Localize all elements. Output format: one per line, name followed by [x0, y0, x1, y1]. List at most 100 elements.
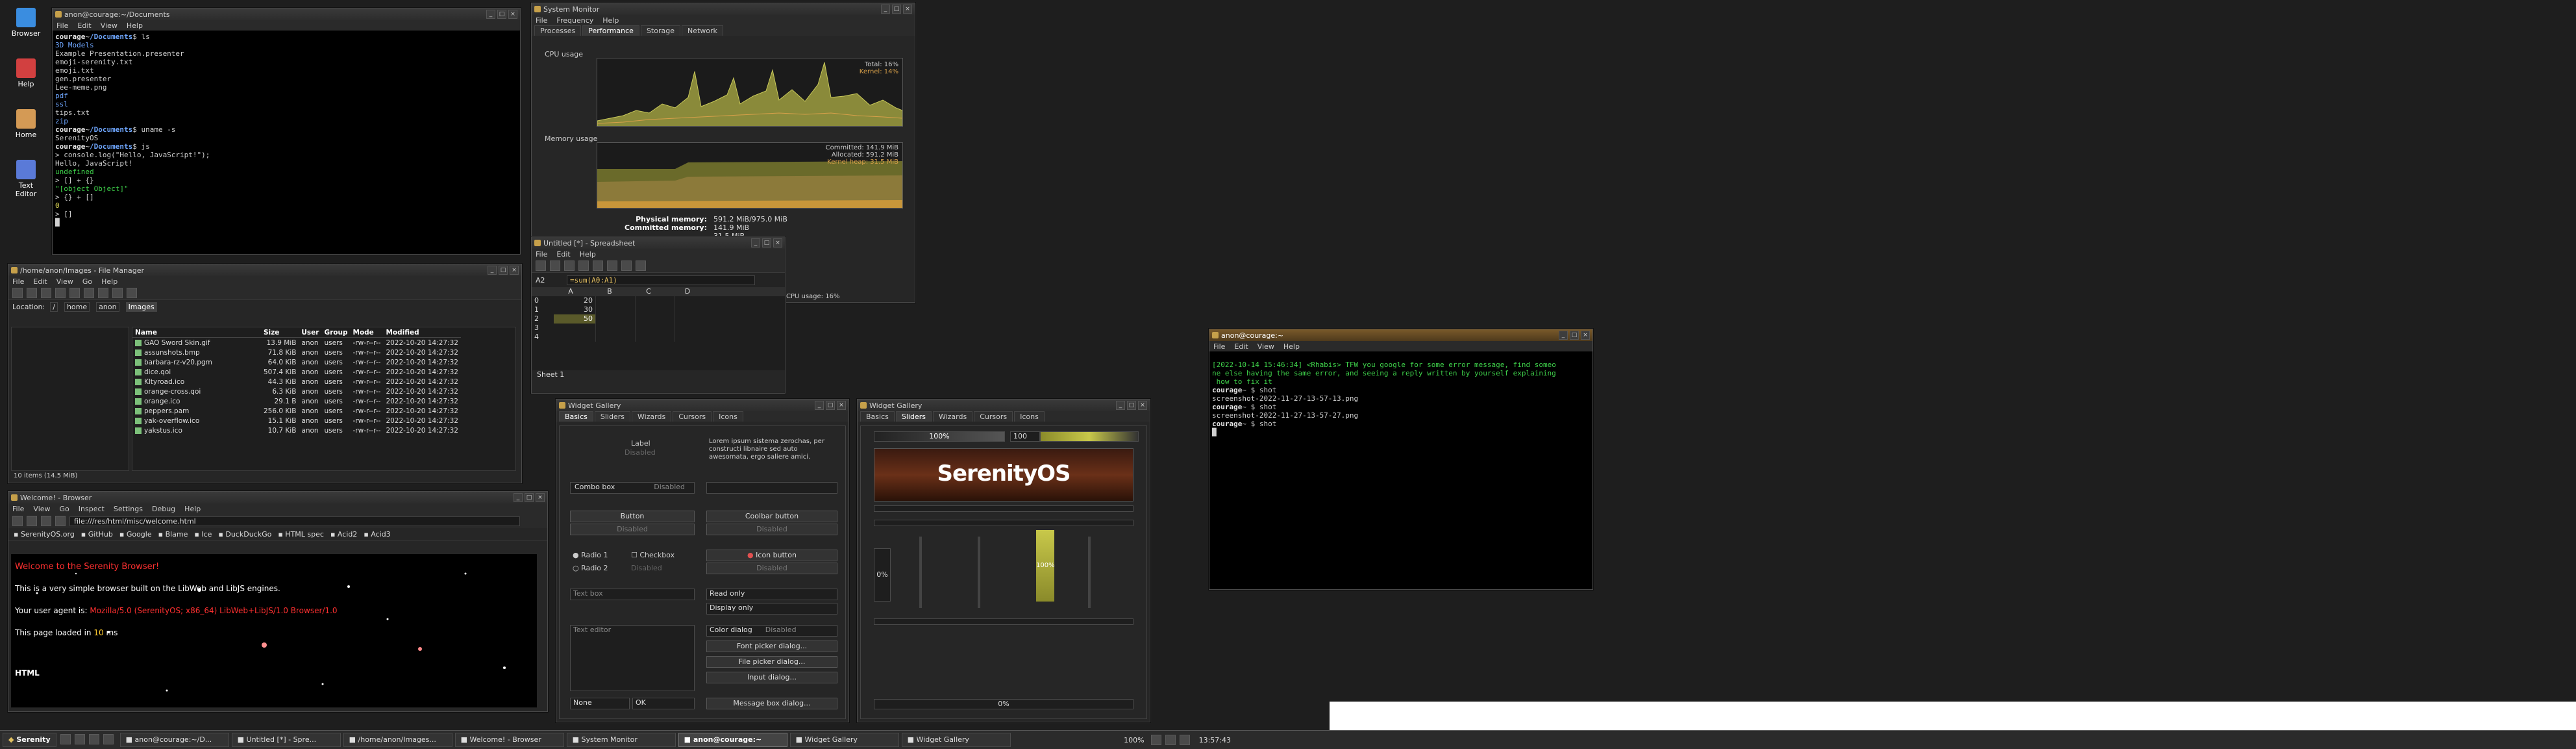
- breadcrumb-segment[interactable]: Images: [125, 301, 157, 312]
- table-row[interactable]: dice.qoi 507.4 KiB anon users -rw-r--r-- 2022…: [132, 367, 461, 377]
- tab-basics[interactable]: Basics: [559, 411, 593, 422]
- files-launch-icon[interactable]: [74, 733, 85, 744]
- paste-icon[interactable]: [98, 288, 108, 298]
- vertical-slider-1[interactable]: [919, 537, 922, 608]
- bookmark[interactable]: ▪ Ice: [194, 530, 212, 539]
- menu-file[interactable]: File: [12, 277, 24, 286]
- taskbar-button[interactable]: ■ System Monitor: [566, 733, 676, 747]
- menu-file[interactable]: File: [56, 21, 68, 30]
- menu-view[interactable]: View: [33, 505, 50, 513]
- close-button[interactable]: ×: [536, 493, 545, 502]
- tab-wizards[interactable]: Wizards: [631, 411, 672, 422]
- menu-frequency[interactable]: Frequency: [556, 16, 593, 25]
- maximize-button[interactable]: □: [826, 401, 835, 410]
- maximize-button[interactable]: □: [525, 493, 534, 502]
- maximize-button[interactable]: □: [1127, 401, 1136, 410]
- font-picker-button[interactable]: Font picker dialog...: [706, 641, 837, 652]
- audio-icon[interactable]: [1165, 735, 1176, 745]
- table-row[interactable]: peppers.pam 256.0 KiB anon users -rw-r--r-- 2…: [132, 406, 461, 416]
- terminal-window-2[interactable]: anon@courage:~ _ □ × File Edit View Help [2022…: [1209, 329, 1593, 590]
- cell[interactable]: [635, 324, 675, 333]
- minimize-button[interactable]: _: [514, 493, 523, 502]
- file-manager-window[interactable]: /home/anon/Images - File Manager _ □ × File…: [8, 264, 522, 483]
- browser-window[interactable]: Welcome! - Browser _ □ × File View Go Inspect S…: [8, 491, 548, 712]
- close-button[interactable]: ×: [510, 266, 519, 275]
- combo-box[interactable]: Combo box Disabled: [570, 482, 695, 494]
- terminal-output[interactable]: courage~/Documents$ ls 3D Models Example P…: [53, 31, 520, 254]
- copy-icon[interactable]: [593, 260, 603, 271]
- toolbar[interactable]: [8, 286, 521, 300]
- file-table[interactable]: Name Size User Group Mode Modified GAO Sword …: [132, 327, 461, 435]
- terminal-cursor[interactable]: █: [55, 218, 517, 227]
- horizontal-scrollbar[interactable]: [874, 505, 1133, 512]
- bookmark[interactable]: ▪ Acid3: [364, 530, 390, 539]
- home-icon[interactable]: [41, 516, 51, 526]
- directory-tree[interactable]: [11, 327, 129, 471]
- cut-icon[interactable]: [578, 260, 589, 271]
- reload-icon[interactable]: [55, 516, 66, 526]
- maximize-button[interactable]: □: [497, 10, 506, 19]
- tab-network[interactable]: Network: [682, 25, 723, 36]
- cell[interactable]: [595, 296, 635, 305]
- desktop-icon-browser[interactable]: Browser: [8, 8, 44, 38]
- cell-grid[interactable]: A B C D 0 20 1 30 2 50 3 4: [532, 287, 785, 342]
- menu-file[interactable]: File: [536, 250, 547, 259]
- terminal-window[interactable]: anon@courage:~/Documents _ □ × File Edit View…: [52, 8, 521, 255]
- back-icon[interactable]: [12, 288, 23, 298]
- file-picker-button[interactable]: File picker dialog...: [706, 656, 837, 668]
- tab-basics[interactable]: Basics: [860, 411, 895, 422]
- forward-icon[interactable]: [27, 288, 37, 298]
- text-editor[interactable]: Text editor: [570, 625, 695, 691]
- menu-bar[interactable]: File Edit View Help: [1209, 341, 1592, 351]
- terminal-output[interactable]: [2022-10-14 15:46:34] <Rhabis> TFW you g…: [1209, 351, 1592, 589]
- cell[interactable]: [675, 324, 714, 333]
- bookmark[interactable]: ▪ Blame: [158, 530, 188, 539]
- toolbar[interactable]: [532, 259, 785, 273]
- menu-help[interactable]: Help: [127, 21, 143, 30]
- formula-input[interactable]: =sum(A0:A1): [567, 275, 755, 285]
- menu-help[interactable]: Help: [580, 250, 596, 259]
- delete-icon[interactable]: [112, 288, 123, 298]
- spin-value[interactable]: 100: [1010, 431, 1040, 442]
- menu-file[interactable]: File: [536, 16, 547, 25]
- cell[interactable]: [635, 333, 675, 342]
- bookmark[interactable]: ▪ Acid2: [330, 530, 357, 539]
- menu-go[interactable]: Go: [82, 277, 92, 286]
- tab-sliders[interactable]: Sliders: [594, 411, 630, 422]
- opacity-slider[interactable]: 0%: [874, 548, 891, 602]
- new-icon[interactable]: [536, 260, 546, 271]
- menu-file[interactable]: File: [1213, 342, 1225, 351]
- menu-bar[interactable]: File Frequency Help: [532, 15, 915, 25]
- close-button[interactable]: ×: [1581, 331, 1590, 340]
- vertical-slider-2[interactable]: [978, 537, 980, 608]
- web-content[interactable]: Welcome to the Serenity Browser! This is…: [11, 554, 537, 707]
- spreadsheet-window[interactable]: Untitled [*] - Spreadsheet _ □ × File Edit He…: [531, 236, 786, 394]
- taskbar-button[interactable]: ■ anon@courage:~/D...: [119, 733, 229, 747]
- bookmark[interactable]: ▪ SerenityOS.org: [14, 530, 75, 539]
- menu-go[interactable]: Go: [60, 505, 69, 513]
- title-bar[interactable]: anon@courage:~/Documents _ □ ×: [53, 8, 520, 20]
- cell[interactable]: [635, 314, 675, 324]
- minimize-button[interactable]: _: [1559, 331, 1568, 340]
- breadcrumb-segment[interactable]: anon: [96, 301, 119, 312]
- tab-icons[interactable]: Icons: [1014, 411, 1045, 422]
- column-header-modified[interactable]: Modified: [383, 327, 461, 338]
- save-icon[interactable]: [564, 260, 575, 271]
- desktop-icon-home[interactable]: Home: [8, 109, 44, 139]
- column-header-mode[interactable]: Mode: [350, 327, 384, 338]
- minimize-button[interactable]: _: [486, 10, 495, 19]
- title-bar[interactable]: Widget Gallery _ □ ×: [556, 400, 848, 411]
- menu-bar[interactable]: File Edit View Go Help: [8, 276, 521, 286]
- cell[interactable]: [635, 305, 675, 314]
- menu-view[interactable]: View: [1257, 342, 1274, 351]
- tab-storage[interactable]: Storage: [640, 25, 680, 36]
- taskbar-button[interactable]: ■ anon@courage:~: [678, 733, 787, 747]
- table-row[interactable]: yak-overflow.ico 15.1 KiB anon users -rw-r--…: [132, 416, 461, 425]
- horizontal-slider-2[interactable]: [874, 618, 1133, 625]
- minimize-button[interactable]: _: [815, 401, 824, 410]
- menu-file[interactable]: File: [12, 505, 24, 513]
- spinbox[interactable]: [706, 482, 837, 494]
- title-bar[interactable]: Widget Gallery _ □ ×: [858, 400, 1150, 411]
- coolbar-button[interactable]: Coolbar button: [706, 511, 837, 522]
- menu-help[interactable]: Help: [101, 277, 118, 286]
